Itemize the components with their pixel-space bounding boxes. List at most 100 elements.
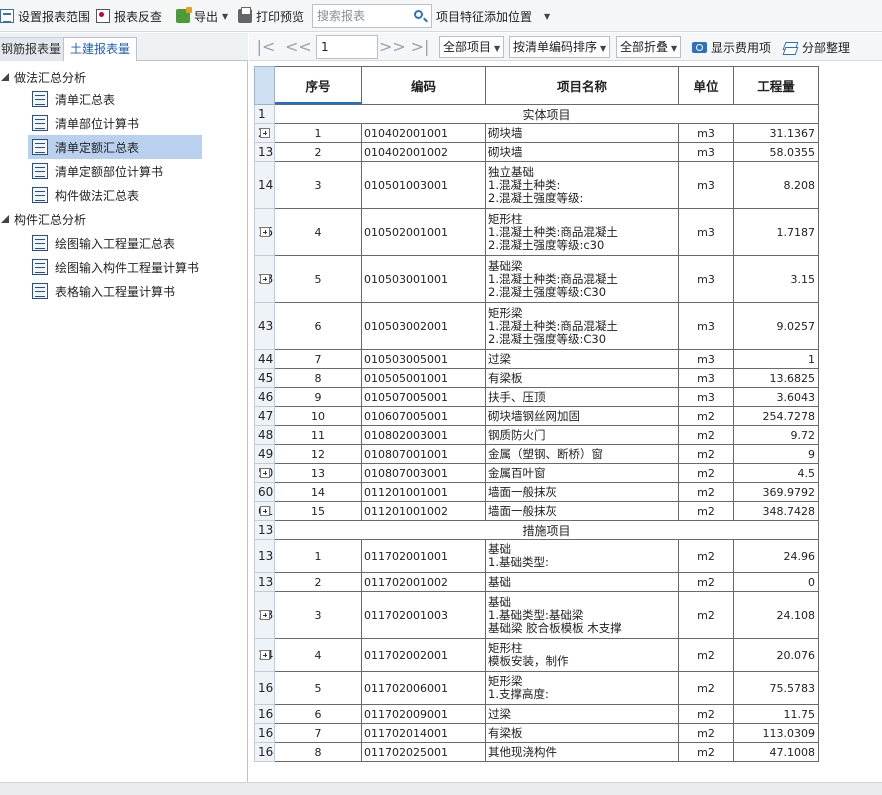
row-number-label: 14	[258, 178, 274, 192]
table-row[interactable]: 14 3 010501003001 独立基础 1.混凝土种类: 2.混凝土强度等级: m3 8…	[254, 161, 819, 209]
cell-name-line: 墙面一般抹灰	[488, 503, 557, 518]
show-fee-items-button[interactable]: 显示费用项	[692, 37, 771, 57]
print-preview-button[interactable]: 打印预览	[238, 5, 304, 27]
set-report-range-button[interactable]: 设置报表范围	[0, 5, 90, 27]
tab-rebar-report[interactable]: 钢筋报表量	[0, 37, 69, 61]
cell-name-line: 1.基础类型:	[488, 555, 549, 569]
tree-item-label: 绘图输入工程量汇总表	[55, 236, 176, 251]
tree-item-bill-quota-part-calc[interactable]: 清单定额部位计算书	[28, 159, 163, 183]
next-page-button[interactable]: >>	[379, 36, 406, 58]
table-row[interactable]: 1626011702009001过梁 m211.75	[254, 704, 819, 724]
table-row[interactable]: 49 12 010807001001 金属（塑钢、断桥）窗 m2 9	[254, 444, 819, 464]
expand-plus-icon[interactable]	[260, 468, 270, 478]
tab-civil-report[interactable]: 土建报表量	[63, 37, 138, 62]
cell-quantity: 1.7187	[733, 208, 819, 256]
row-number: 130	[254, 520, 275, 540]
expand-plus-icon[interactable]	[260, 610, 270, 620]
report-check-button[interactable]: 报表反查	[96, 5, 162, 27]
section-row[interactable]: 130措施项目	[254, 520, 819, 540]
tree-item-bill-summary[interactable]: 清单汇总表	[28, 87, 115, 111]
table-row[interactable]: 6115011201001002墙面一般抹灰 m2348.7428	[254, 501, 819, 521]
row-number: 43	[254, 302, 275, 350]
table-row[interactable]: 5013010807003001金属百叶窗 m24.5	[254, 463, 819, 483]
table-row[interactable]: 335010503001001基础梁1.混凝土种类:商品混凝土2.混凝土强度等级…	[254, 255, 819, 303]
cell-name-line: 过梁	[488, 351, 511, 366]
horizontal-scrollbar[interactable]	[0, 782, 882, 795]
header-code[interactable]: 编码	[361, 66, 486, 105]
header-quantity[interactable]: 工程量	[733, 66, 819, 105]
cell-name: 有梁板	[485, 368, 679, 388]
expand-plus-icon[interactable]	[260, 128, 270, 138]
cell-quantity: 75.5783	[733, 671, 819, 705]
table-row[interactable]: 1322011702001002基础 m20	[254, 572, 819, 592]
cell-quantity: 31.1367	[733, 123, 819, 143]
tree-group-method-summary[interactable]: 做法汇总分析	[0, 67, 86, 87]
cell-code: 011201001002	[361, 501, 486, 521]
report-search-input[interactable]	[313, 5, 409, 27]
tree-item-bill-part-calc[interactable]: 清单部位计算书	[28, 111, 139, 135]
tree-item-drawing-component-calc[interactable]: 绘图输入构件工程量计算书	[28, 255, 199, 279]
cell-name: 砌块墙钢丝网加固	[485, 406, 679, 426]
cell-code: 011702006001	[361, 671, 486, 705]
table-row[interactable]: 43 6 010503002001 矩形梁 1.混凝土种类:商品混凝土 2.混凝土强度等级…	[254, 302, 819, 350]
expanded-triangle-icon	[1, 215, 9, 223]
header-seq[interactable]: 序号	[274, 66, 362, 105]
table-row[interactable]: 45 8 010505001001 有梁板 m3 13.6825	[254, 368, 819, 388]
export-menu-button[interactable]: 导出 ▼	[176, 5, 228, 27]
header-name[interactable]: 项目名称	[485, 66, 679, 105]
table-row[interactable]: 47 10 010607005001 砌块墙钢丝网加固 m2 254.7278	[254, 406, 819, 426]
table-row[interactable]: 48 11 010802003001 钢质防火门 m2 9.72	[254, 425, 819, 445]
tree-item-bill-quota-summary[interactable]: 清单定额汇总表	[28, 135, 202, 159]
prev-page-button[interactable]: <<	[285, 36, 312, 58]
row-number: 161	[254, 671, 275, 705]
last-page-button[interactable]: >|	[409, 36, 431, 58]
page-number-input[interactable]	[316, 35, 378, 59]
tree-group-component-summary[interactable]: 构件汇总分析	[0, 209, 86, 229]
section-arrange-button[interactable]: 分部整理	[783, 37, 850, 57]
table-row[interactable]: 1637011702014001有梁板 m2113.0309	[254, 723, 819, 743]
cell-unit: m2	[678, 572, 734, 592]
feature-position-dropdown[interactable]: 项目特征添加位置 ▼	[436, 5, 550, 27]
table-row[interactable]: 1333011702001003基础1.基础类型:基础梁基础梁 胶合板模板 木支…	[254, 591, 819, 639]
cell-code: 010502001001	[361, 208, 486, 256]
table-row[interactable]: 13 2 010402001002 砌块墙 m3 58.0355	[254, 142, 819, 162]
first-page-button[interactable]: |<	[255, 36, 277, 58]
sort-order-dropdown[interactable]: 按清单编码排序 ▼	[509, 36, 611, 58]
table-row[interactable]: 1648011702025001其他现浇构件 m247.1008	[254, 742, 819, 762]
row-number-label: 45	[258, 371, 274, 385]
report-toolbar: |< << >> >| 全部项目▼ 按清单编码排序▼ 全部折叠▼ 显示费用项 分…	[249, 33, 882, 61]
set-report-range-label: 设置报表范围	[18, 9, 91, 24]
table-row[interactable]: 1615011702006001矩形梁1.支撑高度:m275.5783	[254, 671, 819, 705]
table-row[interactable]: 154010502001001矩形柱1.混凝土种类:商品混凝土2.混凝土强度等级…	[254, 208, 819, 256]
table-row[interactable]: 1434011702002001矩形柱模板安装，制作m220.076	[254, 638, 819, 672]
cell-quantity: 58.0355	[733, 142, 819, 162]
table-row[interactable]: 46 9 010507005001 扶手、压顶 m3 3.6043	[254, 387, 819, 407]
report-check-icon	[96, 9, 110, 23]
tree-item-component-method-summary[interactable]: 构件做法汇总表	[28, 183, 139, 207]
cell-quantity: 254.7278	[733, 406, 819, 426]
search-icon[interactable]	[414, 10, 423, 19]
report-tree-panel: 做法汇总分析 清单汇总表 清单部位计算书 清单定额汇总表 清单定额部位计算书 构…	[0, 61, 248, 782]
expand-plus-icon[interactable]	[260, 274, 270, 284]
table-row[interactable]: 1311011702001001基础1.基础类型:m224.96	[254, 539, 819, 573]
fold-mode-dropdown[interactable]: 全部折叠 ▼	[616, 36, 682, 58]
cell-code: 011702001003	[361, 591, 486, 639]
tree-item-table-quantity-calc[interactable]: 表格输入工程量计算书	[28, 279, 175, 303]
expand-plus-icon[interactable]	[260, 227, 270, 237]
cell-code: 010802003001	[361, 425, 486, 445]
table-row[interactable]: 60 14 011201001001 墙面一般抹灰 m2 369.9792	[254, 482, 819, 502]
tree-item-drawing-quantity-summary[interactable]: 绘图输入工程量汇总表	[28, 231, 175, 255]
section-row[interactable]: 1 实体项目	[254, 104, 819, 124]
row-number-label: 131	[258, 549, 274, 563]
cell-code: 010505001001	[361, 368, 486, 388]
expand-plus-icon[interactable]	[260, 506, 270, 516]
table-row[interactable]: 44 7 010503005001 过梁 m3 1	[254, 349, 819, 369]
cell-name-line: 过梁	[488, 706, 511, 721]
item-scope-dropdown[interactable]: 全部项目 ▼	[439, 36, 505, 58]
cell-unit: m3	[678, 255, 734, 303]
table-row[interactable]: 21010402001001砌块墙 m331.1367	[254, 123, 819, 143]
cell-quantity: 8.208	[733, 161, 819, 209]
expand-plus-icon[interactable]	[260, 650, 270, 660]
header-unit[interactable]: 单位	[678, 66, 734, 105]
row-number: 1	[254, 104, 275, 124]
